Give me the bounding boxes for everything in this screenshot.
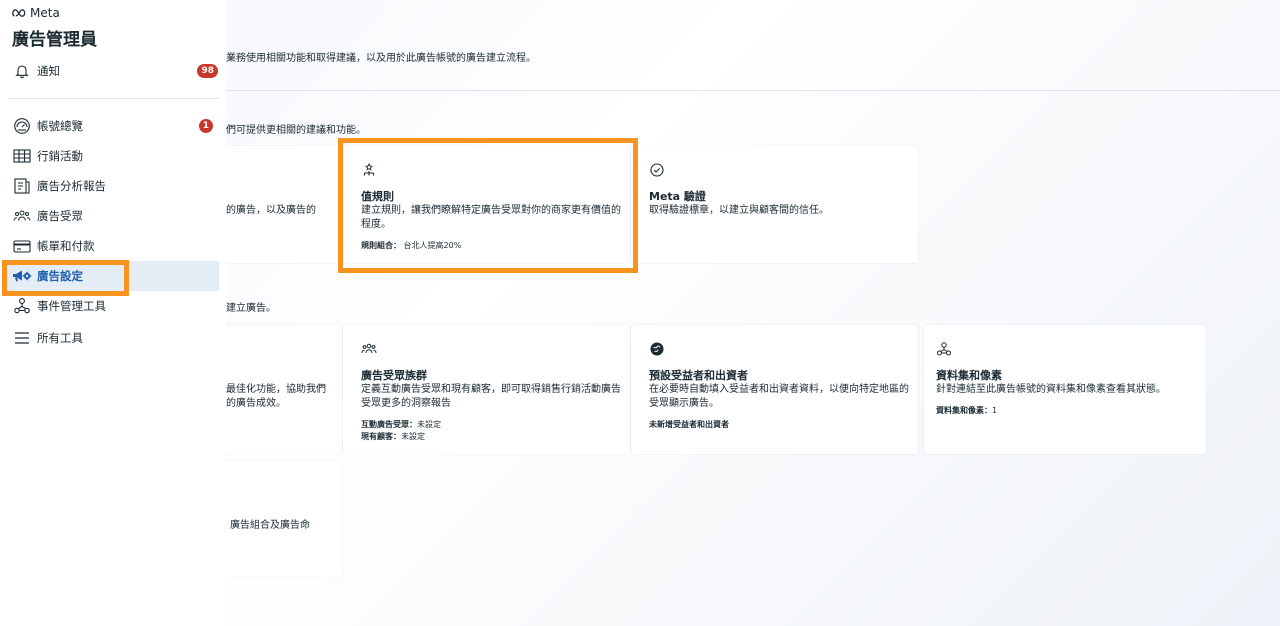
sidebar-item-all-tools[interactable]: 所有工具	[4, 323, 219, 353]
sidebar-item-ad-settings[interactable]: 廣告設定	[4, 261, 219, 291]
card-title: 廣告受眾族群	[361, 369, 427, 382]
globe-icon	[649, 341, 665, 357]
card-meta: 互動廣告受眾：未設定	[361, 420, 441, 429]
sidebar-item-label: 所有工具	[37, 331, 83, 345]
speedometer-icon	[11, 117, 33, 135]
sidebar-item-label: 帳單和付款	[37, 239, 95, 253]
divider	[8, 98, 219, 99]
partial-card-text: 廣告組合及廣告命	[230, 520, 310, 531]
card-description: 取得驗證標章，以建立與顧客間的信任。	[649, 205, 829, 216]
table-icon	[11, 147, 33, 165]
sidebar-item-label: 事件管理工具	[37, 299, 106, 313]
sidebar-item-label: 廣告設定	[37, 269, 83, 283]
meta-infinity-icon	[12, 9, 26, 17]
sidebar-item-label: 行銷活動	[37, 149, 83, 163]
datasets-pixels-card[interactable]: 資料集和像素 針對連結至此廣告帳號的資料集和像素查看其狀態。 資料集和像素：1	[924, 325, 1206, 454]
card-title: 預設受益者和出資者	[649, 369, 748, 382]
bell-icon	[11, 62, 33, 80]
sidebar-item-label: 通知	[37, 64, 60, 78]
sidebar-item-label: 帳號總覽	[37, 119, 83, 133]
notification-count-badge: 98	[197, 64, 218, 78]
menu-icon	[11, 329, 33, 347]
card-description: 在必要時自動填入受益者和出資者資料，以便向特定地區的受眾顯示廣告。	[649, 384, 909, 409]
card-meta: 現有顧客：未設定	[361, 432, 425, 441]
audience-icon	[361, 341, 377, 357]
section-description: 建立廣告。	[226, 303, 276, 314]
beneficiary-payer-card[interactable]: 預設受益者和出資者 在必要時自動填入受益者和出資者資料，以便向特定地區的受眾顯示…	[631, 325, 918, 454]
sidebar-item-notifications[interactable]: 通知 98	[4, 56, 219, 86]
meta-logo[interactable]: Meta	[12, 6, 60, 20]
dataset-icon	[936, 341, 952, 357]
partial-card-3[interactable]: 廣告組合及廣告命	[226, 461, 342, 577]
section-description: 們可提供更相關的建議和功能。	[226, 125, 366, 136]
sidebar-item-audiences[interactable]: 廣告受眾	[4, 201, 219, 231]
megaphone-gear-icon	[11, 267, 33, 285]
report-icon	[11, 177, 33, 195]
partial-card-2[interactable]: 最佳化功能，協助我們 的廣告成效。	[226, 325, 342, 454]
meta-verified-card[interactable]: Meta 驗證 取得驗證標章，以建立與顧客間的信任。	[631, 146, 918, 263]
sidebar-item-label: 廣告分析報告	[37, 179, 106, 193]
sidebar-item-billing[interactable]: 帳單和付款	[4, 231, 219, 261]
card-description: 針對連結至此廣告帳號的資料集和像素查看其狀態。	[936, 384, 1166, 395]
sidebar-item-account-overview[interactable]: 帳號總覽 1	[4, 111, 219, 141]
card-title: Meta 驗證	[649, 190, 706, 203]
card-meta: 未新增受益者和出資者	[649, 420, 729, 429]
card-meta: 規則組合： 台北人提高20%	[361, 241, 462, 250]
card-meta: 資料集和像素：1	[936, 406, 998, 415]
hierarchy-icon	[361, 162, 377, 178]
verified-badge-icon	[649, 162, 665, 178]
partial-card-text: 的廣告，以及廣告的	[226, 205, 316, 216]
divider	[226, 90, 1280, 91]
audience-segments-card[interactable]: 廣告受眾族群 定義互動廣告受眾和現有顧客，即可取得銷售行銷活動廣告受眾更多的洞察…	[343, 325, 630, 454]
partial-card-text: 最佳化功能，協助我們	[226, 384, 326, 395]
card-description: 定義互動廣告受眾和現有顧客，即可取得銷售行銷活動廣告受眾更多的洞察報告	[361, 384, 621, 409]
sidebar-item-events-manager[interactable]: 事件管理工具	[4, 291, 219, 321]
card-title: 值規則	[361, 190, 394, 203]
credit-card-icon	[11, 237, 33, 255]
partial-card-text: 的廣告成效。	[226, 398, 286, 409]
sidebar: Meta 廣告管理員 通知 98 帳號總覽 1 行銷活動 廣告分析報告 廣告受眾…	[0, 0, 226, 626]
partial-card-1[interactable]: 的廣告，以及廣告的	[226, 146, 342, 263]
brand-name: Meta	[30, 6, 60, 20]
card-title: 資料集和像素	[936, 369, 1002, 382]
intro-text: 業務使用相關功能和取得建議，以及用於此廣告帳號的廣告建立流程。	[226, 53, 536, 64]
value-rules-card[interactable]: 值規則 建立規則，讓我們瞭解特定廣告受眾對你的商家更有價值的程度。 規則組合： …	[343, 146, 630, 263]
sidebar-item-label: 廣告受眾	[37, 209, 83, 223]
card-description: 建立規則，讓我們瞭解特定廣告受眾對你的商家更有價值的程度。	[361, 205, 621, 230]
sidebar-item-ad-reports[interactable]: 廣告分析報告	[4, 171, 219, 201]
sidebar-item-campaigns[interactable]: 行銷活動	[4, 141, 219, 171]
alert-badge: 1	[198, 119, 213, 133]
events-manager-icon	[11, 297, 33, 315]
app-title: 廣告管理員	[12, 30, 97, 50]
audience-icon	[11, 207, 33, 225]
